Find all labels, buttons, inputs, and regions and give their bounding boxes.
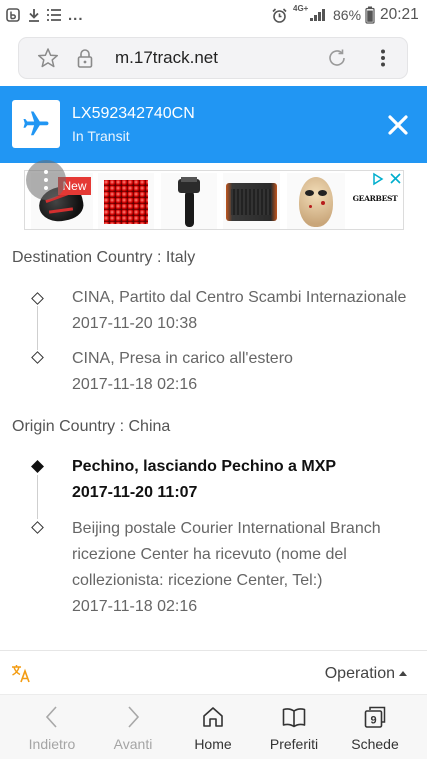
- event-time: 2017-11-20 11:07: [72, 484, 198, 501]
- nav-tabs-button[interactable]: 9 Schede: [335, 695, 415, 760]
- nav-back-label: Indietro: [28, 736, 76, 752]
- timeline-event: Beijing postale Courier International Br…: [72, 516, 422, 620]
- translate-icon[interactable]: [11, 663, 31, 683]
- more-notifications: ...: [68, 6, 84, 24]
- ad-product-speaker[interactable]: [223, 173, 280, 229]
- nav-forward-button[interactable]: Avanti: [93, 695, 173, 760]
- battery-icon: [365, 0, 375, 30]
- nav-back-button[interactable]: Indietro: [12, 695, 92, 760]
- timeline-marker: [30, 520, 44, 534]
- address-bar[interactable]: m.17track.net: [18, 37, 408, 79]
- browser-bottom-nav: Indietro Avanti Home Preferiti 9 Schede: [0, 694, 427, 759]
- nav-home-button[interactable]: Home: [173, 695, 253, 760]
- bookmark-star-icon[interactable]: [37, 47, 59, 69]
- event-description: CINA, Presa in carico all'estero: [72, 350, 293, 367]
- list-icon: [46, 0, 62, 30]
- floating-menu-button[interactable]: [26, 160, 66, 200]
- caret-up-icon[interactable]: [399, 671, 407, 676]
- origin-heading: Origin Country : China: [12, 418, 171, 435]
- timeline-marker: [30, 351, 44, 364]
- url-text[interactable]: m.17track.net: [115, 38, 218, 78]
- nav-forward-label: Avanti: [113, 736, 153, 752]
- nav-bookmarks-button[interactable]: Preferiti: [254, 695, 334, 760]
- refresh-icon[interactable]: [326, 47, 348, 69]
- event-time: 2017-11-18 02:16: [72, 376, 198, 393]
- home-icon: [203, 707, 223, 727]
- event-time: 2017-11-20 10:38: [72, 315, 198, 332]
- close-icon[interactable]: [386, 113, 410, 137]
- tracking-number: LX592342740CN: [72, 105, 195, 122]
- ad-brand-logo[interactable]: GEARBEST: [351, 194, 399, 203]
- timeline-marker: [30, 291, 44, 305]
- nav-bookmarks-label: Preferiti: [269, 736, 319, 752]
- timeline-event-latest: Pechino, lasciando Pechino a MXP 2017-11…: [72, 454, 422, 506]
- destination-heading: Destination Country : Italy: [12, 249, 196, 266]
- ad-product-magnetic-balls[interactable]: [98, 173, 154, 229]
- timeline-event: CINA, Partito dal Centro Scambi Internaz…: [72, 285, 422, 337]
- book-icon: [282, 708, 306, 728]
- tabs-icon: 9: [364, 706, 386, 728]
- clock: 20:21: [380, 6, 419, 23]
- ad-product-gimbal[interactable]: [161, 173, 217, 229]
- download-icon: [28, 0, 40, 30]
- footer-divider: [0, 650, 427, 651]
- chevron-left-icon: [45, 706, 57, 728]
- ad-close-icon[interactable]: [387, 171, 404, 187]
- event-description: CINA, Partito dal Centro Scambi Internaz…: [72, 289, 407, 306]
- ad-banner[interactable]: New GEARBEST: [24, 170, 404, 230]
- ad-product-mask[interactable]: [287, 173, 345, 229]
- event-description: Pechino, lasciando Pechino a MXP: [72, 458, 337, 475]
- event-description: Beijing postale Courier International Br…: [72, 520, 381, 589]
- carrier-badge: [12, 100, 60, 148]
- nav-home-label: Home: [194, 736, 232, 752]
- signal-icon: [309, 0, 326, 30]
- airplane-icon: [23, 111, 49, 136]
- lock-icon[interactable]: [74, 47, 96, 69]
- event-time: 2017-11-18 02:16: [72, 598, 198, 615]
- tracking-status: In Transit: [72, 128, 130, 144]
- timeline-event: CINA, Presa in carico all'estero 2017-11…: [72, 346, 422, 398]
- tracking-header: LX592342740CN In Transit: [0, 86, 427, 163]
- chevron-right-icon: [128, 706, 140, 728]
- ad-choices-icon[interactable]: [369, 171, 386, 187]
- tab-count: 9: [370, 715, 376, 727]
- operation-menu[interactable]: Operation: [300, 663, 395, 685]
- app-notification-icon: [6, 0, 20, 30]
- battery-percent: 86%: [333, 7, 362, 23]
- status-bar: ... 4G+ 86% 20:21: [0, 0, 427, 30]
- more-vertical-icon[interactable]: [372, 47, 394, 69]
- timeline-connector: [36, 475, 38, 519]
- alarm-icon: [271, 0, 288, 30]
- network-type: 4G+: [293, 4, 309, 13]
- timeline-marker-active: [30, 459, 44, 473]
- nav-tabs-label: Schede: [351, 736, 399, 752]
- timeline-connector: [36, 306, 38, 350]
